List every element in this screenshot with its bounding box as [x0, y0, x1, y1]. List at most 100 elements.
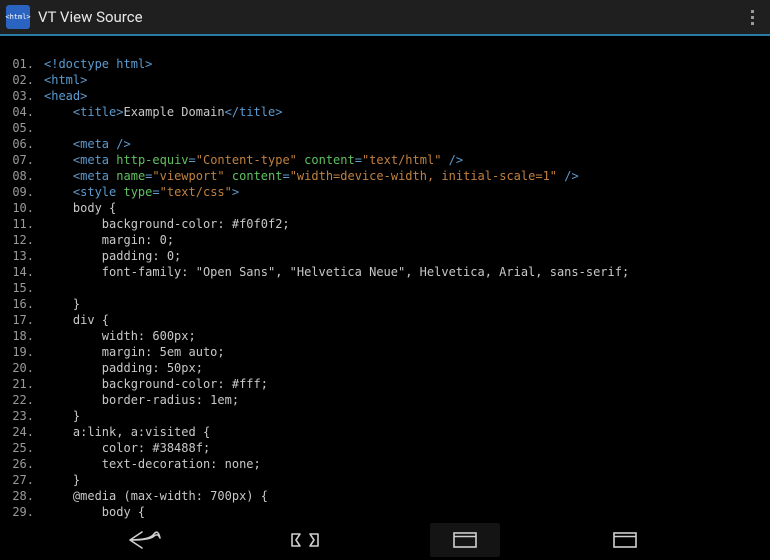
- line-number: 07.: [10, 152, 44, 168]
- code-line: 04. <title>Example Domain</title>: [10, 104, 760, 120]
- line-number: 23.: [10, 408, 44, 424]
- code-line: 09. <style type="text/css">: [10, 184, 760, 200]
- code-line: 17. div {: [10, 312, 760, 328]
- line-number: 18.: [10, 328, 44, 344]
- code-content: <style type="text/css">: [44, 184, 760, 200]
- line-number: 06.: [10, 136, 44, 152]
- app-title: VT View Source: [38, 8, 740, 26]
- source-code-view[interactable]: 01.<!doctype html>02.<html>03.<head>04. …: [0, 36, 770, 530]
- code-line: 16. }: [10, 296, 760, 312]
- recents-icon: [451, 530, 479, 550]
- code-content: body {: [44, 504, 760, 520]
- code-content: <!doctype html>: [44, 56, 760, 72]
- code-line: 22. border-radius: 1em;: [10, 392, 760, 408]
- code-line: 06. <meta />: [10, 136, 760, 152]
- app-icon: <html>: [6, 5, 30, 29]
- line-number: 04.: [10, 104, 44, 120]
- recents-alt-button[interactable]: [590, 523, 660, 557]
- line-number: 29.: [10, 504, 44, 520]
- code-line: 14. font-family: "Open Sans", "Helvetica…: [10, 264, 760, 280]
- code-content: padding: 50px;: [44, 360, 760, 376]
- line-number: 12.: [10, 232, 44, 248]
- menu-dot-icon: [751, 10, 754, 13]
- line-number: 11.: [10, 216, 44, 232]
- line-number: 26.: [10, 456, 44, 472]
- code-line: 21. background-color: #fff;: [10, 376, 760, 392]
- code-content: }: [44, 408, 760, 424]
- line-number: 02.: [10, 72, 44, 88]
- line-number: 09.: [10, 184, 44, 200]
- line-number: 28.: [10, 488, 44, 504]
- code-content: }: [44, 472, 760, 488]
- code-content: padding: 0;: [44, 248, 760, 264]
- code-line: 15.: [10, 280, 760, 296]
- code-line: 03.<head>: [10, 88, 760, 104]
- code-content: [44, 280, 760, 296]
- back-button[interactable]: [110, 523, 180, 557]
- code-content: <head>: [44, 88, 760, 104]
- code-content: background-color: #fff;: [44, 376, 760, 392]
- code-content: [44, 120, 760, 136]
- line-number: 17.: [10, 312, 44, 328]
- code-line: 18. width: 600px;: [10, 328, 760, 344]
- code-line: 11. background-color: #f0f0f2;: [10, 216, 760, 232]
- line-number: 22.: [10, 392, 44, 408]
- code-content: margin: 5em auto;: [44, 344, 760, 360]
- line-number: 01.: [10, 56, 44, 72]
- code-content: width: 600px;: [44, 328, 760, 344]
- code-content: <title>Example Domain</title>: [44, 104, 760, 120]
- line-number: 20.: [10, 360, 44, 376]
- home-icon: [290, 530, 320, 550]
- code-line: 05.: [10, 120, 760, 136]
- code-line: 12. margin: 0;: [10, 232, 760, 248]
- overflow-menu-button[interactable]: [740, 10, 764, 25]
- code-content: color: #38488f;: [44, 440, 760, 456]
- code-content: <meta name="viewport" content="width=dev…: [44, 168, 760, 184]
- code-line: 26. text-decoration: none;: [10, 456, 760, 472]
- code-line: 19. margin: 5em auto;: [10, 344, 760, 360]
- code-line: 25. color: #38488f;: [10, 440, 760, 456]
- code-content: text-decoration: none;: [44, 456, 760, 472]
- code-content: a:link, a:visited {: [44, 424, 760, 440]
- code-content: font-family: "Open Sans", "Helvetica Neu…: [44, 264, 760, 280]
- navigation-bar: [0, 520, 770, 560]
- code-content: body {: [44, 200, 760, 216]
- code-content: background-color: #f0f0f2;: [44, 216, 760, 232]
- code-content: div {: [44, 312, 760, 328]
- app-icon-label: <html>: [5, 13, 30, 21]
- code-line: 01.<!doctype html>: [10, 56, 760, 72]
- code-content: }: [44, 296, 760, 312]
- line-number: 16.: [10, 296, 44, 312]
- code-line: 02.<html>: [10, 72, 760, 88]
- code-line: 24. a:link, a:visited {: [10, 424, 760, 440]
- menu-dot-icon: [751, 16, 754, 19]
- line-number: 08.: [10, 168, 44, 184]
- line-number: 10.: [10, 200, 44, 216]
- home-button[interactable]: [270, 523, 340, 557]
- code-content: border-radius: 1em;: [44, 392, 760, 408]
- code-line: 20. padding: 50px;: [10, 360, 760, 376]
- code-content: @media (max-width: 700px) {: [44, 488, 760, 504]
- code-content: margin: 0;: [44, 232, 760, 248]
- recents-button[interactable]: [430, 523, 500, 557]
- line-number: 24.: [10, 424, 44, 440]
- menu-dot-icon: [751, 22, 754, 25]
- line-number: 27.: [10, 472, 44, 488]
- code-line: 13. padding: 0;: [10, 248, 760, 264]
- line-number: 13.: [10, 248, 44, 264]
- line-number: 19.: [10, 344, 44, 360]
- code-line: 27. }: [10, 472, 760, 488]
- action-bar: <html> VT View Source: [0, 0, 770, 36]
- code-content: <html>: [44, 72, 760, 88]
- code-line: 29. body {: [10, 504, 760, 520]
- code-line: 28. @media (max-width: 700px) {: [10, 488, 760, 504]
- line-number: 25.: [10, 440, 44, 456]
- code-line: 08. <meta name="viewport" content="width…: [10, 168, 760, 184]
- back-icon: [128, 530, 162, 550]
- line-number: 14.: [10, 264, 44, 280]
- code-line: 23. }: [10, 408, 760, 424]
- line-number: 21.: [10, 376, 44, 392]
- code-content: <meta />: [44, 136, 760, 152]
- code-content: <meta http-equiv="Content-type" content=…: [44, 152, 760, 168]
- code-line: 07. <meta http-equiv="Content-type" cont…: [10, 152, 760, 168]
